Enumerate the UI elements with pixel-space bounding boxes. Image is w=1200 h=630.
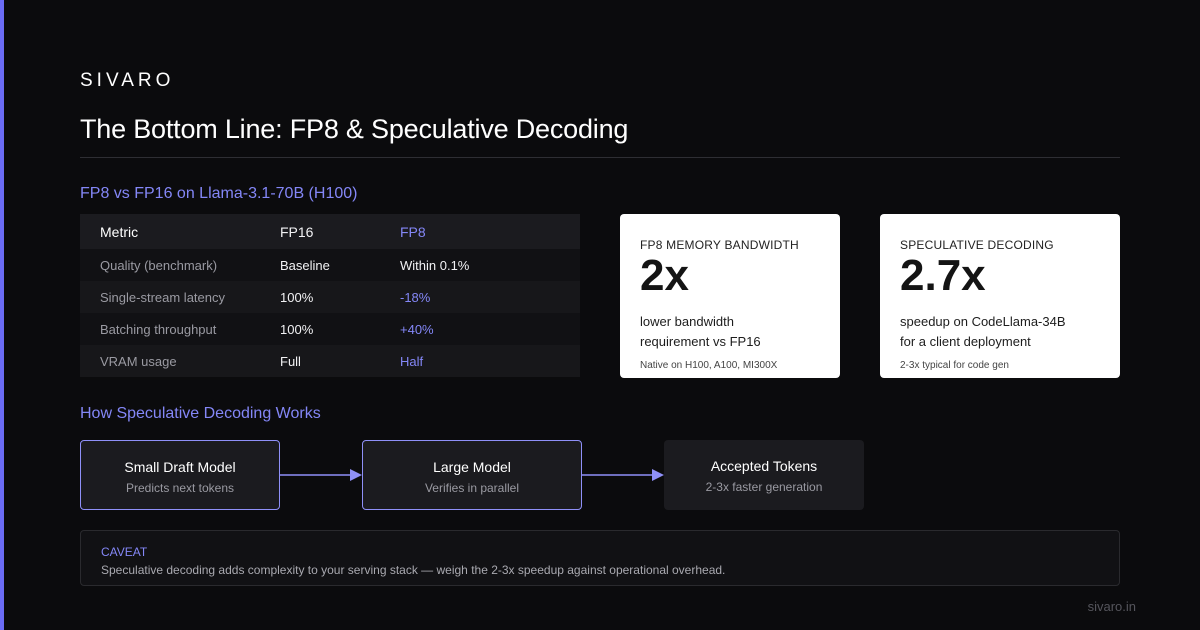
fp8-cell: +40% <box>400 321 434 337</box>
page-title: The Bottom Line: FP8 & Speculative Decod… <box>80 114 629 144</box>
footer-url: sivaro.in <box>1087 599 1136 614</box>
fp8-cell: -18% <box>400 289 431 305</box>
flow-arrow-icon <box>582 469 664 481</box>
fp16-cell: Baseline <box>280 257 330 273</box>
flow-step-title: Small Draft Model <box>124 459 236 475</box>
stat-card-note: Native on H100, A100, MI300X <box>640 360 778 371</box>
fp16-cell: 100% <box>280 321 314 337</box>
metric-cell: Single-stream latency <box>100 289 225 305</box>
fp8-cell: Half <box>400 353 424 369</box>
table-row: Quality (benchmark) Baseline Within 0.1% <box>80 249 580 281</box>
fp16-cell: 100% <box>280 289 314 305</box>
stat-card-label: SPECULATIVE DECODING <box>900 238 1054 252</box>
metric-cell: Batching throughput <box>100 321 217 337</box>
column-header-fp16: FP16 <box>280 223 314 240</box>
metric-cell: Quality (benchmark) <box>100 257 218 273</box>
fp8-cell: Within 0.1% <box>400 257 470 273</box>
flow-heading: How Speculative Decoding Works <box>80 405 321 422</box>
table-row: VRAM usage Full Half <box>80 345 580 377</box>
stat-card-label: FP8 MEMORY BANDWIDTH <box>640 238 799 252</box>
stat-card-speculative-decoding: SPECULATIVE DECODING 2.7x speedup on Cod… <box>880 214 1120 378</box>
table-header-row: Metric FP16 FP8 <box>80 214 580 249</box>
flow-step-large-model: Large Model Verifies in parallel <box>362 440 582 510</box>
stat-card-note: 2-3x typical for code gen <box>900 360 1009 371</box>
flow-step-accepted-tokens: Accepted Tokens 2-3x faster generation <box>664 440 864 510</box>
stat-card-desc-line: requirement vs FP16 <box>640 334 761 349</box>
column-header-fp8: FP8 <box>400 223 426 240</box>
title-divider <box>80 157 1120 158</box>
stat-card-value: 2x <box>640 251 689 300</box>
brand-logo: SIVARO <box>80 70 175 91</box>
table-row: Single-stream latency 100% -18% <box>80 281 580 313</box>
metric-cell: VRAM usage <box>100 353 177 369</box>
stat-card-desc-line: speedup on CodeLlama-34B <box>900 314 1066 329</box>
stat-card-desc-line: for a client deployment <box>900 334 1031 349</box>
stat-card-description: speedup on CodeLlama-34B for a client de… <box>900 312 1100 352</box>
flow-step-subtitle: 2-3x faster generation <box>705 480 823 494</box>
stat-card-description: lower bandwidth requirement vs FP16 <box>640 312 820 352</box>
flow-step-title: Large Model <box>433 459 511 475</box>
fp16-cell: Full <box>280 353 301 369</box>
stat-card-fp8-bandwidth: FP8 MEMORY BANDWIDTH 2x lower bandwidth … <box>620 214 840 378</box>
stat-card-value: 2.7x <box>900 251 986 300</box>
caveat-text: Speculative decoding adds complexity to … <box>101 563 726 577</box>
table-row: Batching throughput 100% +40% <box>80 313 580 345</box>
caveat-box: CAVEAT Speculative decoding adds complex… <box>80 530 1120 586</box>
comparison-heading: FP8 vs FP16 on Llama-3.1-70B (H100) <box>80 185 358 202</box>
flow-step-subtitle: Verifies in parallel <box>424 481 520 495</box>
flow-arrow-icon <box>280 469 362 481</box>
comparison-table: Metric FP16 FP8 Quality (benchmark) Base… <box>80 214 580 377</box>
column-header-metric: Metric <box>100 223 139 240</box>
flow-step-title: Accepted Tokens <box>710 458 818 474</box>
flow-step-draft-model: Small Draft Model Predicts next tokens <box>80 440 280 510</box>
flow-step-subtitle: Predicts next tokens <box>125 481 235 495</box>
accent-bar <box>0 0 4 630</box>
stat-card-desc-line: lower bandwidth <box>640 314 734 329</box>
caveat-label: CAVEAT <box>101 545 148 559</box>
